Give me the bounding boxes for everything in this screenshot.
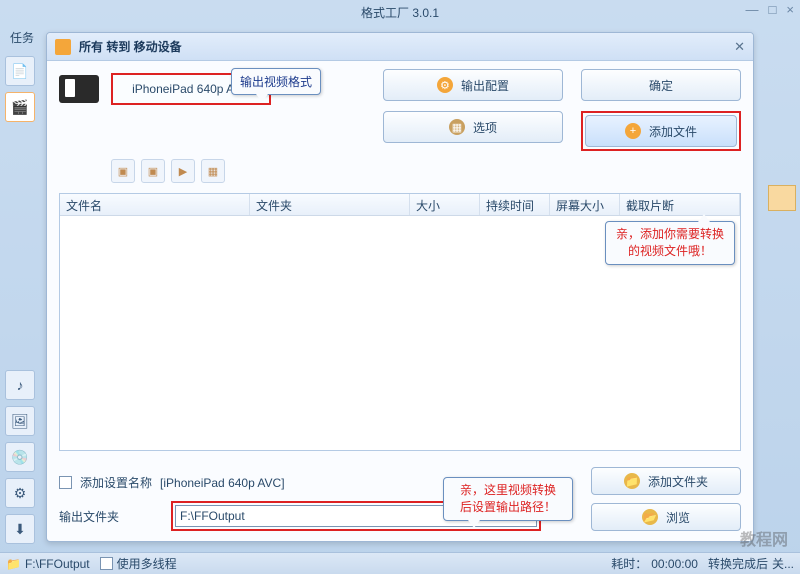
maximize-button[interactable]: □: [769, 2, 777, 17]
multithread-checkbox[interactable]: [100, 557, 113, 570]
convert-dialog: 所有 转到 移动设备 ✕ iPhoneiPad 640p AVC ⚙ 输出配置 …: [46, 32, 754, 542]
video-icon: 🎬: [11, 99, 28, 116]
col-size[interactable]: 大小: [410, 194, 480, 215]
config-icon: ⚙: [437, 77, 453, 93]
add-icon: +: [625, 123, 641, 139]
sidebar-item-advanced[interactable]: ⚙: [5, 478, 35, 508]
picture-icon: 🖼: [11, 413, 29, 430]
add-settings-value: [iPhoneiPad 640p AVC]: [160, 476, 285, 490]
add-folder-button[interactable]: 📁 添加文件夹: [591, 467, 741, 495]
options-button[interactable]: ▦ 选项: [383, 111, 563, 143]
dialog-close-button[interactable]: ✕: [734, 39, 745, 55]
callout-add-file: 亲，添加你需要转换 的视频文件哦！: [605, 221, 735, 265]
after-convert-value[interactable]: 关...: [772, 555, 794, 572]
sidebar-item-picture[interactable]: 🖼: [5, 406, 35, 436]
ok-button[interactable]: 确定: [581, 69, 741, 101]
output-config-button[interactable]: ⚙ 输出配置: [383, 69, 563, 101]
main-sidebar: 📄 🎬 ♪ 🖼 💿 ⚙ ⬇: [0, 48, 40, 544]
mini-btn-1[interactable]: ▣: [111, 159, 135, 183]
disc-icon: 💿: [11, 449, 28, 466]
titlebar: 格式工厂 3.0.1 — □ ×: [0, 0, 800, 24]
elapsed-label: 耗时：: [611, 555, 647, 572]
gear-icon: ⚙: [14, 485, 27, 502]
output-folder-value: F:\FFOutput: [180, 509, 245, 523]
mini-btn-3[interactable]: ▶: [171, 159, 195, 183]
status-bar: 📁 F:\FFOutput 使用多线程 耗时： 00:00:00 转换完成后 关…: [0, 552, 800, 574]
mini-btn-2[interactable]: ▣: [141, 159, 165, 183]
dialog-title: 所有 转到 移动设备: [79, 38, 182, 55]
add-file-highlight: + 添加文件: [581, 111, 741, 151]
options-icon: ▦: [449, 119, 465, 135]
close-button[interactable]: ×: [786, 2, 794, 17]
browse-icon: 📂: [642, 509, 658, 525]
sidebar-item-document[interactable]: 📄: [5, 56, 35, 86]
folder-plus-icon: 📁: [624, 473, 640, 489]
multithread-label: 使用多线程: [117, 555, 177, 572]
sidebar-item-audio[interactable]: ♪: [5, 370, 35, 400]
folder-icon: 📁: [6, 557, 21, 571]
table-header: 文件名 文件夹 大小 持续时间 屏幕大小 截取片断: [60, 194, 740, 216]
download-icon: ⬇: [14, 521, 26, 538]
sidebar-item-video[interactable]: 🎬: [5, 92, 35, 122]
add-file-button[interactable]: + 添加文件: [585, 115, 737, 147]
col-duration[interactable]: 持续时间: [480, 194, 550, 215]
col-clip[interactable]: 截取片断: [620, 194, 740, 215]
toolbar-tab[interactable]: 任务: [4, 26, 44, 48]
dialog-titlebar: 所有 转到 移动设备 ✕: [47, 33, 753, 61]
mini-btn-4[interactable]: ▦: [201, 159, 225, 183]
sidebar-item-rom[interactable]: 💿: [5, 442, 35, 472]
col-screensize[interactable]: 屏幕大小: [550, 194, 620, 215]
browse-button[interactable]: 📂 浏览: [591, 503, 741, 531]
add-settings-label: 添加设置名称: [80, 474, 152, 491]
after-convert-label: 转换完成后: [708, 555, 768, 572]
minimize-button[interactable]: —: [746, 2, 759, 17]
col-filename[interactable]: 文件名: [60, 194, 250, 215]
col-folder[interactable]: 文件夹: [250, 194, 410, 215]
device-icon: [59, 75, 99, 103]
output-folder-label: 输出文件夹: [59, 508, 159, 525]
app-title: 格式工厂 3.0.1: [361, 4, 439, 21]
document-icon: 📄: [11, 63, 28, 80]
watermark: 教程网: [740, 526, 788, 550]
app-window: 格式工厂 3.0.1 — □ × 任务 📄 🎬 ♪ 🖼 💿 ⚙ ⬇ 所有 转到 …: [0, 0, 800, 574]
mini-toolbar: ▣ ▣ ▶ ▦: [47, 159, 753, 189]
audio-icon: ♪: [17, 377, 24, 393]
dialog-icon: [55, 39, 71, 55]
background-panel: [768, 185, 796, 211]
add-settings-checkbox[interactable]: [59, 476, 72, 489]
elapsed-value: 00:00:00: [651, 557, 698, 571]
callout-output-path: 亲，这里视频转换 后设置输出路径！: [443, 477, 573, 521]
callout-output-format: 输出视频格式: [231, 68, 321, 95]
sidebar-item-download[interactable]: ⬇: [5, 514, 35, 544]
status-output-path[interactable]: F:\FFOutput: [25, 557, 90, 571]
